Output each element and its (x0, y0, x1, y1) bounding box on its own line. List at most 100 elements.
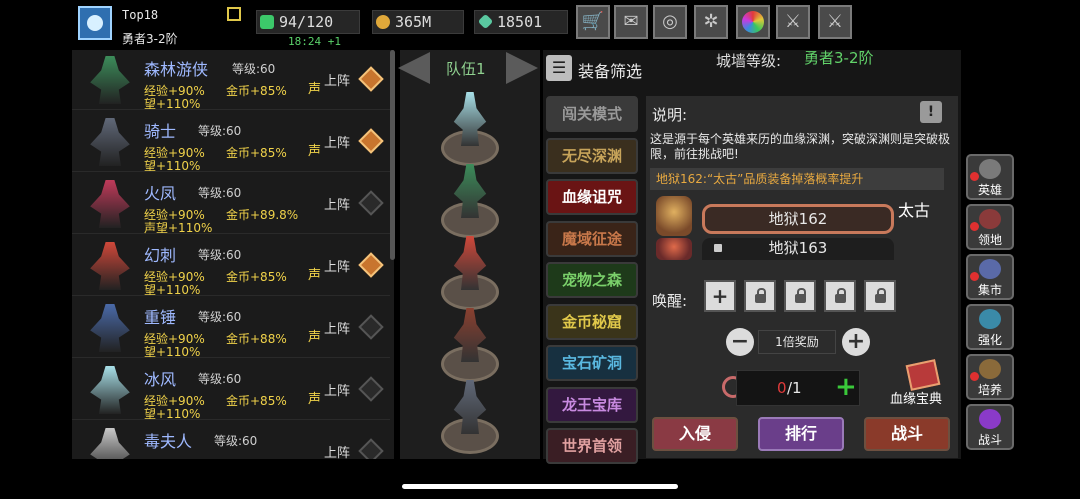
mode-button[interactable]: 金币秘窟 (546, 303, 638, 340)
ticket-counter: 0 /1 + (736, 370, 860, 406)
hero-deploy-button[interactable]: 上阵 (324, 70, 350, 89)
side-menu-button[interactable]: 强化 (966, 304, 1014, 350)
mode-button[interactable]: 无尽深渊 (546, 137, 638, 174)
feather-icon: ⚔ (784, 11, 802, 32)
hero-fame-prefix: 声 (308, 392, 322, 407)
awaken-locked-slot[interactable] (744, 280, 776, 312)
description-text: 这是源于每个英雄来历的血缘深渊，突破深渊则是突破极限，前往挑战吧! (650, 132, 951, 161)
ranking-button[interactable]: 排行 (758, 417, 844, 451)
side-menu-icon (979, 259, 1001, 279)
hero-deploy-toggle[interactable] (358, 252, 384, 278)
hero-name: 毒夫人 (144, 432, 193, 451)
hero-deploy-button[interactable]: 上阵 (324, 132, 350, 151)
side-menu-button[interactable]: 培养 (966, 354, 1014, 400)
awaken-locked-slot[interactable] (784, 280, 816, 312)
ticket-total: /1 (787, 379, 802, 397)
invade-button[interactable]: 入侵 (652, 417, 738, 451)
lightning-icon (260, 15, 274, 29)
awaken-locked-slot[interactable] (824, 280, 856, 312)
reward-multiplier: 1倍奖励 (758, 330, 836, 354)
hero-deploy-toggle[interactable] (358, 376, 384, 402)
hero-fame-bonus: 声望+110% (144, 221, 213, 235)
hero-row[interactable]: 火凤 等级:60 经验+90% 金币+89.8% 声望+110% 上阵 (72, 174, 390, 235)
hero-name: 冰风 (144, 370, 177, 389)
gem-icon (477, 13, 494, 30)
mode-button[interactable]: 宝石矿洞 (546, 345, 638, 381)
edit-icon[interactable] (227, 7, 241, 21)
info-button[interactable]: ! (920, 101, 942, 123)
mode-button[interactable]: 世界首领 (546, 428, 638, 464)
hero-row[interactable]: 冰风 等级:60 经验+90% 金币+85% 望+110% 声上阵 (72, 360, 390, 421)
home-indicator[interactable] (402, 484, 678, 489)
lock-icon (714, 244, 722, 252)
hero-list-scrollbar[interactable] (390, 50, 395, 260)
filter-label[interactable]: 装备筛选 (578, 58, 642, 82)
hero-deploy-toggle[interactable] (358, 314, 384, 340)
swords-button[interactable]: ⚔ (818, 5, 852, 39)
hero-gold-bonus: 金币+85% (226, 84, 287, 98)
hero-name: 火凤 (144, 184, 177, 203)
hero-fame-prefix: 声 (308, 268, 322, 283)
side-menu-button[interactable]: 战斗 (966, 404, 1014, 450)
hero-deploy-button[interactable]: 上阵 (324, 318, 350, 337)
hero-row[interactable]: 幻刺 等级:60 经验+90% 金币+85% 望+110% 声上阵 (72, 236, 390, 297)
mode-button[interactable]: 魔域征途 (546, 220, 638, 257)
hero-fame-bonus: 望+110% (144, 345, 201, 359)
awaken-locked-slot[interactable] (864, 280, 896, 312)
hero-list[interactable]: 森林游侠 等级:60 经验+90% 金币+85% 望+110% 声上阵 骑士 等级:60 经验+… (72, 50, 394, 459)
mode-button[interactable]: 宠物之森 (546, 262, 638, 298)
settings-button[interactable]: ✲ (694, 5, 728, 39)
fight-button[interactable]: 战斗 (864, 417, 950, 451)
mode-button[interactable]: 龙王宝库 (546, 386, 638, 423)
shop-button[interactable]: 🛒 (576, 5, 610, 39)
hero-gold-bonus: 金币+85% (226, 394, 287, 408)
side-menu-label: 强化 (977, 333, 1002, 347)
alert-badge-icon (970, 222, 979, 231)
gold-box: 365M (372, 10, 464, 34)
description-title: 说明: (652, 106, 688, 124)
hero-level: 等级:60 (232, 62, 276, 76)
hero-row[interactable]: 森林游侠 等级:60 经验+90% 金币+85% 望+110% 声上阵 (72, 50, 390, 111)
player-avatar[interactable] (78, 6, 112, 40)
gamepad-button[interactable]: ◎ (653, 5, 687, 39)
hero-deploy-button[interactable]: 上阵 (324, 256, 350, 275)
swords-icon: ⚔ (826, 11, 844, 32)
reward-increase-button[interactable]: + (842, 328, 870, 356)
mode-button[interactable]: 血缘诅咒 (546, 179, 638, 215)
hero-gold-bonus: 金币+88% (226, 332, 287, 346)
hero-deploy-toggle[interactable] (358, 190, 384, 216)
gold-coin-icon (376, 15, 390, 29)
hero-deploy-toggle[interactable] (358, 128, 384, 154)
color-button[interactable] (736, 5, 770, 39)
feather-button[interactable]: ⚔ (776, 5, 810, 39)
hero-name: 骑士 (144, 122, 177, 141)
reward-decrease-button[interactable]: − (726, 328, 754, 356)
side-menu-button[interactable]: 领地 (966, 204, 1014, 250)
ticket-add-button[interactable]: + (835, 373, 857, 401)
hero-deploy-button[interactable]: 上阵 (324, 380, 350, 399)
hero-fame-bonus: 望+110% (144, 283, 201, 297)
side-menu-label: 英雄 (977, 183, 1002, 197)
hell-level-next[interactable]: 地狱163 (702, 238, 894, 260)
hero-row[interactable]: 骑士 等级:60 经验+90% 金币+85% 望+110% 声上阵 (72, 112, 390, 173)
hero-level: 等级:60 (198, 124, 242, 138)
mode-button[interactable]: 闯关模式 (546, 96, 638, 132)
alert-badge-icon (970, 272, 979, 281)
hero-fame-prefix: 声 (308, 330, 322, 345)
hero-deploy-toggle[interactable] (358, 438, 384, 459)
hero-row[interactable]: 重锤 等级:60 经验+90% 金币+88% 望+110% 声上阵 (72, 298, 390, 359)
side-menu-button[interactable]: 集市 (966, 254, 1014, 300)
side-menu-icon (979, 309, 1001, 329)
energy-value: 94/120 (279, 13, 334, 31)
filter-menu-button[interactable]: ☰ (546, 55, 572, 81)
side-menu-button[interactable]: 英雄 (966, 154, 1014, 200)
hero-row[interactable]: 毒夫人 等级:60 上阵 (72, 422, 390, 459)
hero-deploy-button[interactable]: 上阵 (324, 442, 350, 459)
bloodline-book-label[interactable]: 血缘宝典 (890, 388, 942, 407)
hell-level-current[interactable]: 地狱162 (702, 204, 894, 234)
hero-fame-prefix: 声 (308, 144, 322, 159)
mail-button[interactable]: ✉ (614, 5, 648, 39)
hero-deploy-button[interactable]: 上阵 (324, 194, 350, 213)
hero-deploy-toggle[interactable] (358, 66, 384, 92)
awaken-add-slot[interactable]: + (704, 280, 736, 312)
